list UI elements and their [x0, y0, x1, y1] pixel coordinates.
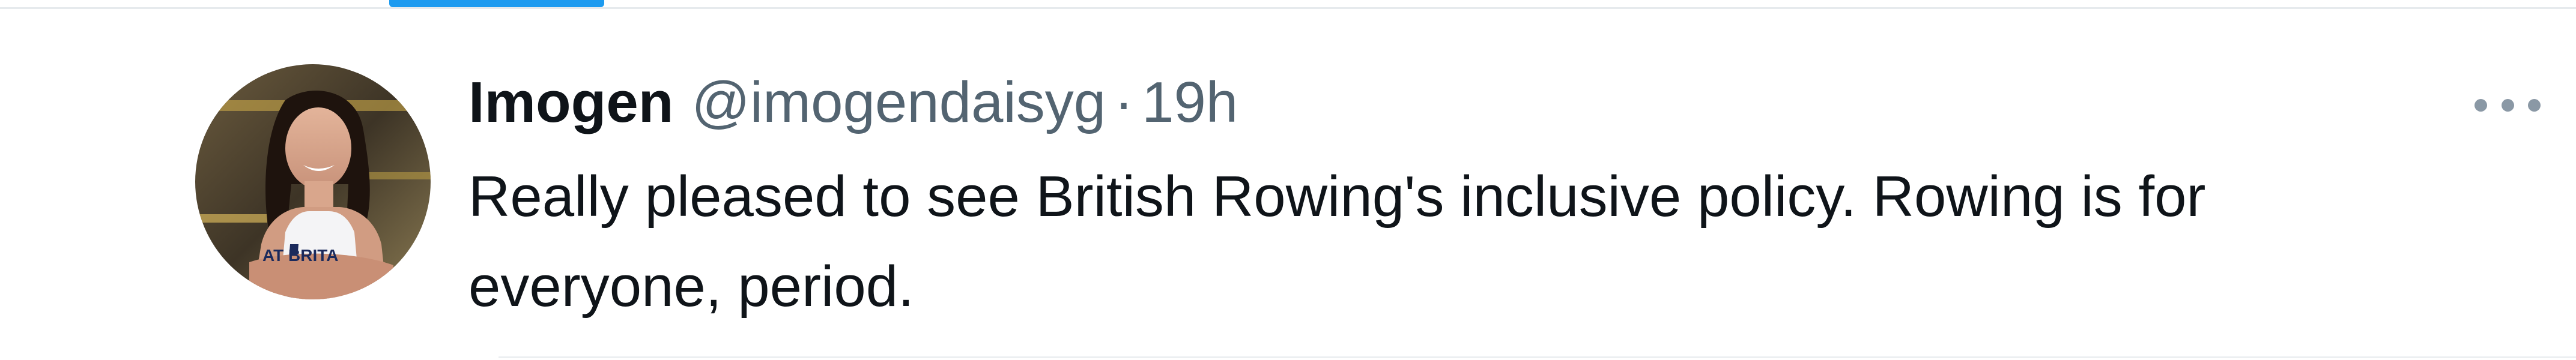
more-horizontal-icon [2474, 98, 2487, 112]
display-name[interactable]: Imogen [468, 67, 673, 139]
more-options-button[interactable] [2474, 93, 2541, 117]
tweet-text: Really pleased to see British Rowing's i… [468, 152, 2487, 332]
avatar-shirt-text: AT BRITA [262, 246, 339, 265]
active-tab-indicator [389, 0, 604, 7]
tweet-header: Imogen @imogendaisyg · 19h [468, 67, 1238, 139]
tweet-text-line: everyone, period. [468, 254, 914, 319]
user-handle[interactable]: @imogendaisyg [691, 67, 1106, 139]
tweet[interactable]: AT BRITA Imogen @imogendaisyg · 19h Real… [0, 9, 2576, 360]
more-horizontal-icon-dot [2501, 98, 2514, 112]
tweet-screenshot: AT BRITA Imogen @imogendaisyg · 19h Real… [0, 0, 2576, 360]
tweet-timestamp[interactable]: 19h [1142, 67, 1238, 139]
tweet-text-line: Really pleased to see British Rowing's i… [468, 164, 2206, 229]
header-separator: · [1114, 70, 1134, 134]
avatar-photo: AT BRITA [195, 64, 431, 299]
more-horizontal-icon-dot [2528, 98, 2541, 112]
bottom-divider [499, 356, 2576, 358]
avatar[interactable]: AT BRITA [195, 64, 431, 299]
